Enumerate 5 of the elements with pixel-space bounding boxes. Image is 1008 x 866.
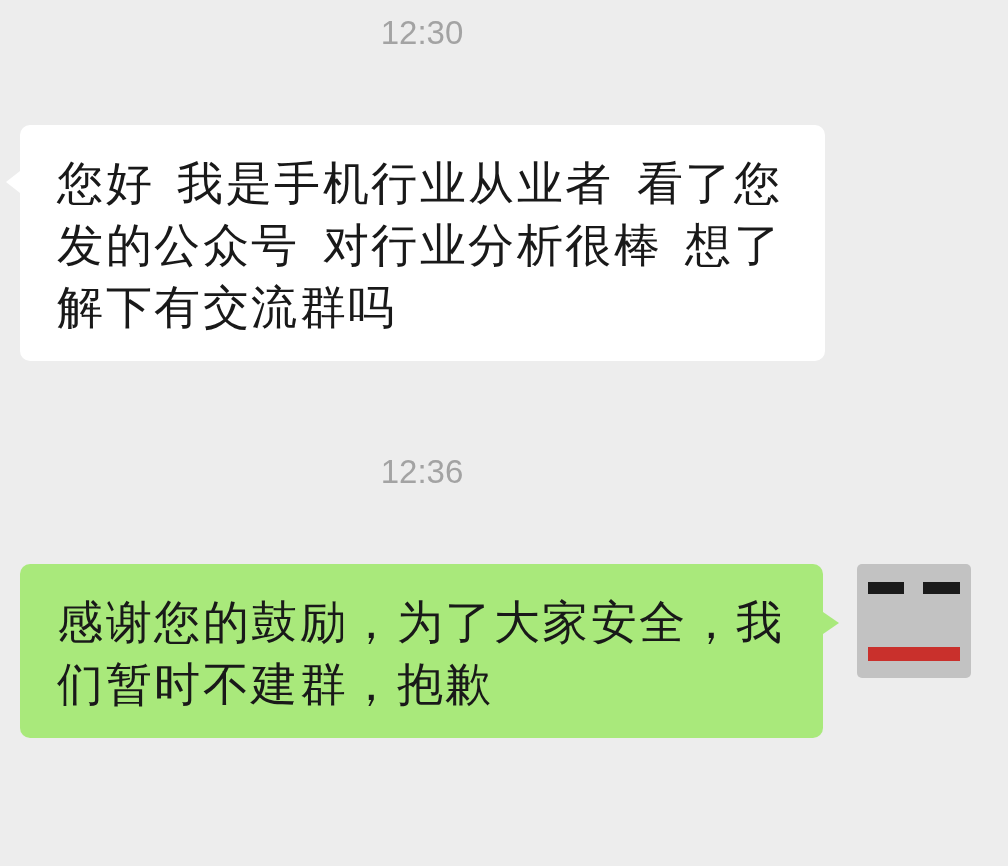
timestamp: 12:36 xyxy=(380,452,464,492)
avatar-icon[interactable] xyxy=(857,564,971,678)
timestamp: 12:30 xyxy=(380,13,464,53)
message-text: 您好 我是手机行业从业者 看了您发的公众号 对行业分析很棒 想了解下有交流群吗 xyxy=(57,155,784,336)
message-text: 感谢您的鼓励，为了大家安全，我们暂时不建群，抱歉 xyxy=(57,594,786,713)
